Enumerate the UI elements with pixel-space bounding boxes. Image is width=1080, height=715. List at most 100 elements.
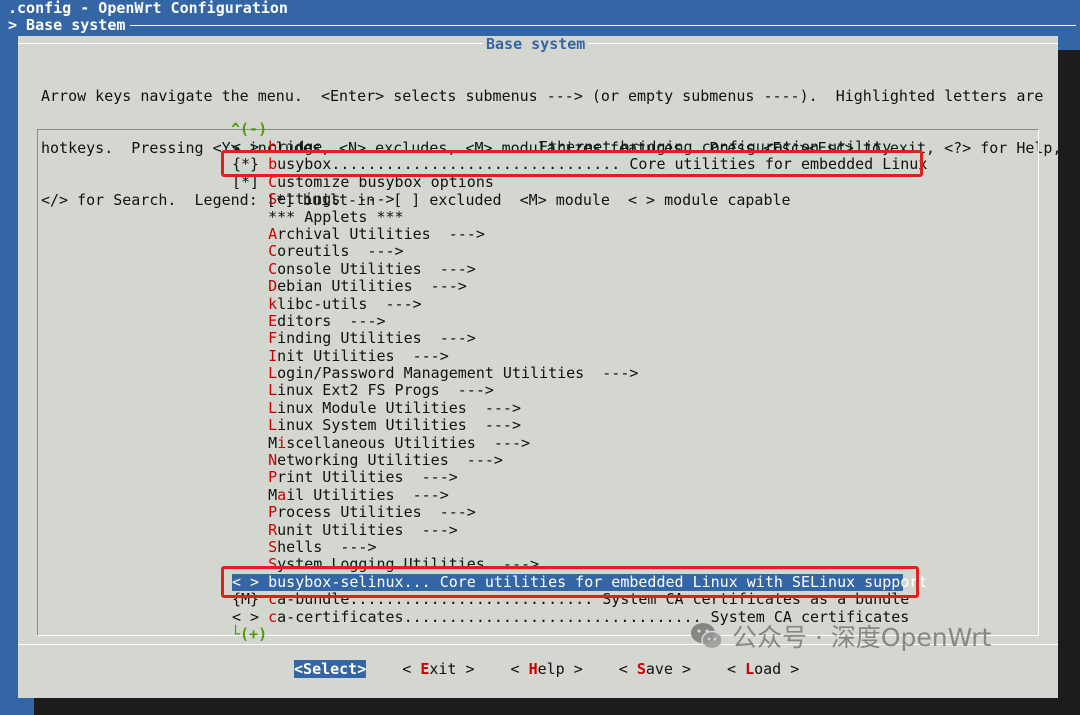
scroll-down-indicator[interactable]: └(+) (231, 625, 267, 643)
button-close: > (564, 660, 583, 678)
menu-item[interactable]: < > busybox-selinux... Core utilities fo… (232, 572, 927, 592)
menu-item-hotkey: C (268, 242, 278, 261)
menu-item[interactable]: Editors ---> (232, 311, 912, 330)
menu-item-prefix: M (232, 485, 278, 504)
menu-item[interactable]: Process Utilities ---> (232, 504, 912, 521)
button-open: < (618, 660, 637, 678)
menu-item[interactable]: Linux System Utilities ---> (232, 417, 912, 434)
button-rest: elp (537, 660, 565, 678)
menuconfig-dialog: Base system Arrow keys navigate the menu… (18, 35, 1061, 698)
breadcrumb: > Base system (8, 16, 126, 34)
menu-item[interactable]: Finding Utilities ---> (232, 330, 912, 347)
menu-item[interactable]: Archival Utilities ---> (232, 224, 912, 243)
menu-item-hotkey: c (268, 607, 278, 626)
menu-item-hotkey: L (268, 381, 278, 400)
menu-item-hotkey: i (277, 433, 287, 452)
menu-list: < > bridge Ethernet bridging configurati… (232, 138, 927, 626)
button-open: < (510, 660, 529, 678)
button-key: S (303, 660, 313, 678)
menu-item-prefix: < > (232, 138, 269, 156)
menu-item-hotkey: C (268, 259, 278, 278)
menu-item-label: *** Applets *** (268, 207, 404, 226)
menu-item[interactable]: Runit Utilities ---> (232, 520, 912, 539)
menu-item[interactable]: Miscellaneous Utilities ---> (232, 433, 912, 452)
menu-item-label: ettings ---> (277, 190, 395, 209)
menu-item-prefix (232, 416, 268, 434)
button-bar: <Select> < Exit > < Help > < Save > < Load > (294, 660, 835, 678)
button-key: L (745, 660, 755, 678)
menu-item-label: ridge Ethernet bridging configuration ut… (277, 138, 892, 156)
menu-item-label: usybox-selinux... Core utilities for emb… (277, 572, 928, 591)
window-title: .config - OpenWrt Configuration (8, 0, 288, 17)
menu-item-prefix (232, 364, 268, 382)
menu-item-prefix (232, 260, 268, 278)
menu-item[interactable]: Print Utilities ---> (232, 469, 912, 486)
menu-item[interactable]: Coreutils ---> (232, 243, 912, 260)
menu-item-hotkey: k (268, 294, 278, 313)
watermark-text: 公众号 · 深度OpenWrt (732, 623, 992, 652)
button-rest: xit (429, 660, 457, 678)
button-help[interactable]: < Help > (511, 660, 583, 678)
menu-item-prefix (232, 312, 268, 330)
menu-item-hotkey: S (268, 537, 278, 556)
menu-item-prefix (232, 242, 268, 260)
menu-item-prefix: {*} (232, 155, 269, 174)
menu-item-hotkey: R (268, 520, 278, 539)
menu-item[interactable]: {M} ca-bundle...........................… (232, 590, 912, 609)
menu-item[interactable]: {*} busybox.............................… (232, 155, 927, 174)
menu-item-hotkey: b (268, 155, 278, 174)
menu-item-hotkey: A (268, 224, 278, 243)
menu-item[interactable]: Settings ---> (232, 190, 912, 209)
menu-item-label: ebian Utilities ---> (277, 277, 467, 296)
menu-item-prefix (232, 521, 268, 539)
menu-item[interactable]: Console Utilities ---> (232, 259, 912, 278)
button-select[interactable]: <Select> (294, 660, 367, 678)
menu-item[interactable]: Debian Utilities ---> (232, 277, 912, 296)
menu-item-prefix (232, 399, 268, 417)
menu-item-label: ditors ---> (277, 311, 386, 330)
menu-item-label: inux Ext2 FS Progs ---> (277, 381, 494, 400)
menu-item-label: inux Module Utilities ---> (277, 398, 521, 417)
menu-item[interactable]: < > bridge Ethernet bridging configurati… (232, 138, 912, 156)
menu-item[interactable]: [*] Customize busybox options (232, 173, 912, 191)
menu-item-prefix (232, 208, 268, 226)
button-close: > (456, 660, 475, 678)
menu-item-label: a-bundle........................... Syst… (277, 590, 910, 609)
menu-item[interactable]: *** Applets *** (232, 207, 912, 226)
button-exit[interactable]: < Exit > (402, 660, 474, 678)
menu-item-label: rocess Utilities ---> (277, 503, 476, 522)
menu-item[interactable]: Shells ---> (232, 537, 912, 556)
menu-item-hotkey: S (268, 555, 278, 574)
menu-item[interactable]: Networking Utilities ---> (232, 451, 912, 469)
scroll-up-indicator[interactable]: ^(-) (231, 120, 267, 138)
menu-item-hotkey: E (268, 311, 278, 330)
button-close: > (357, 660, 367, 678)
button-rest: oad (754, 660, 782, 678)
menu-item[interactable]: Linux Ext2 FS Progs ---> (232, 382, 912, 399)
button-save[interactable]: < Save > (619, 660, 691, 678)
menu-item-prefix: < > (232, 607, 269, 626)
menu-item-hotkey: L (268, 398, 278, 417)
menu-item-hotkey: P (268, 468, 278, 487)
menu-item-label: oreutils ---> (277, 242, 404, 261)
menu-item[interactable]: Linux Module Utilities ---> (232, 398, 912, 417)
button-rest: elect (312, 660, 358, 678)
menu-item-label: unit Utilities ---> (277, 520, 458, 539)
menu-item-prefix (232, 295, 268, 313)
menu-item[interactable]: Mail Utilities ---> (232, 485, 912, 504)
menu-item-hotkey: b (268, 572, 278, 591)
menu-item-label: rchival Utilities ---> (277, 224, 485, 243)
button-open: < (727, 660, 746, 678)
menu-item[interactable]: Init Utilities ---> (232, 347, 912, 365)
menu-item[interactable]: System Logging Utilities ---> (232, 556, 912, 573)
menu-item-label: il Utilities ---> (286, 485, 449, 504)
watermark: 公众号 · 深度OpenWrt (690, 618, 991, 654)
menu-item-hotkey: L (268, 416, 278, 435)
button-open: < (294, 660, 304, 678)
button-key: E (420, 660, 430, 678)
menu-item-hotkey: F (268, 329, 278, 348)
menu-item[interactable]: Login/Password Management Utilities ---> (232, 364, 912, 382)
button-load[interactable]: < Load > (727, 660, 799, 678)
menu-item-prefix (232, 468, 268, 486)
menu-item[interactable]: klibc-utils ---> (232, 294, 912, 313)
